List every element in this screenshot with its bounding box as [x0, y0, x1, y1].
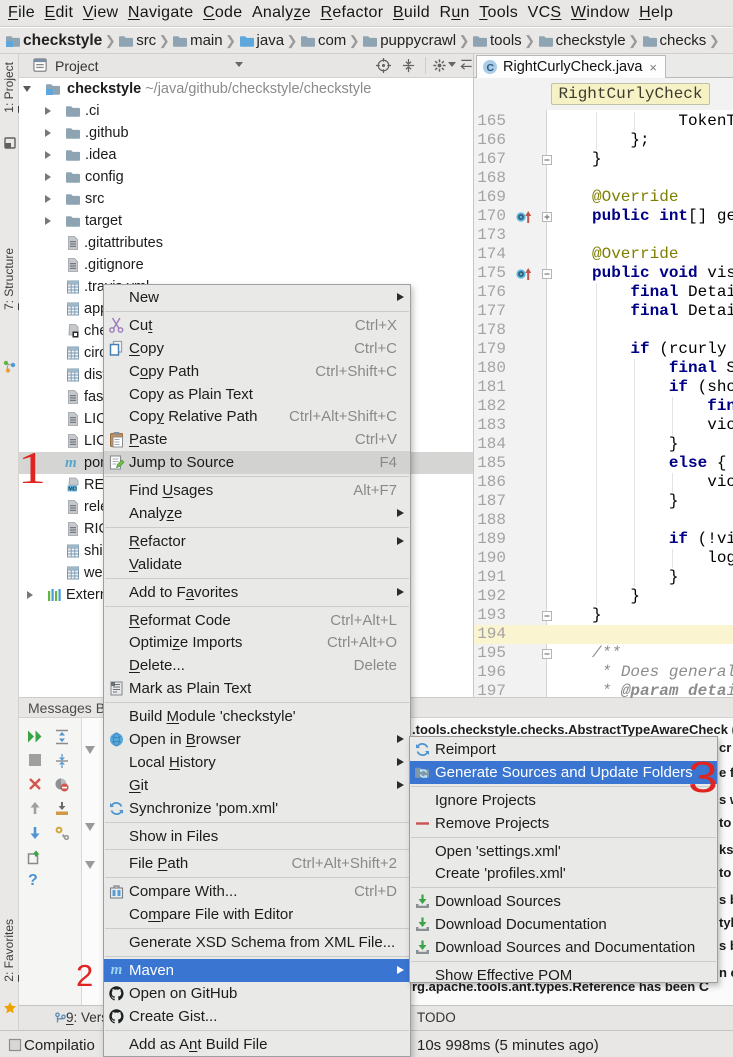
svg-text:MD: MD — [68, 486, 77, 492]
svg-text:C: C — [487, 62, 495, 74]
